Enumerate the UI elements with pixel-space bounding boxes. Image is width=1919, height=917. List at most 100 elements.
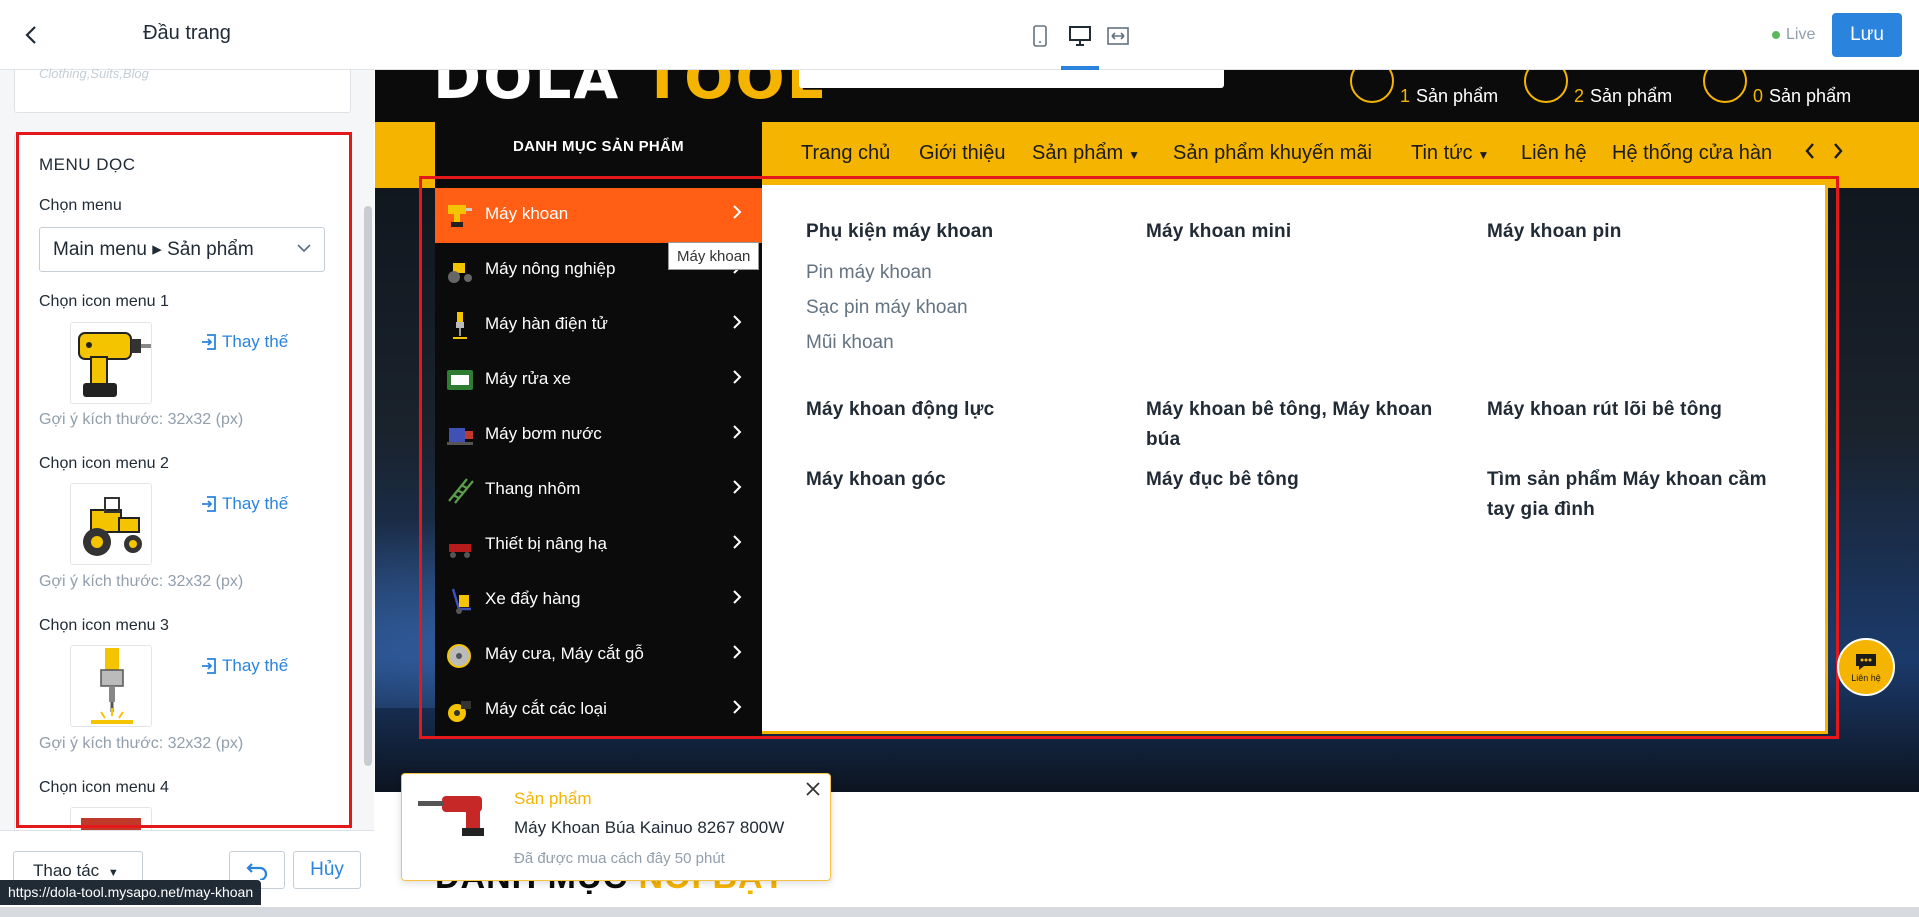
site-logo[interactable]: DOLA TOOL (433, 70, 826, 112)
desktop-icon (1069, 26, 1091, 46)
replace-label: Thay thế (222, 332, 289, 351)
replace-label: Thay thế (222, 494, 289, 513)
submenu-heading[interactable]: Máy đục bê tông (1146, 465, 1446, 495)
main-nav: DANH MỤC SẢN PHẨM Trang chủ Giới thiệu S… (375, 122, 1919, 188)
category-item[interactable]: Xe đẩy hàng (435, 573, 762, 628)
replace-icon (202, 334, 216, 350)
submenu-heading[interactable]: Máy khoan bê tông, Máy khoan búa (1146, 395, 1446, 455)
nav-news[interactable]: Tin tức ▼ (1411, 142, 1489, 165)
chat-icon (1856, 653, 1876, 670)
caret-down-icon: ▼ (107, 867, 119, 879)
category-item[interactable]: Máy khoan (435, 188, 762, 243)
icon-menu-4-label: Chọn icon menu 4 (39, 779, 169, 796)
live-dot (1772, 31, 1780, 39)
nav-stores[interactable]: Hệ thống cửa hàn (1612, 142, 1772, 165)
panel-scrollbar[interactable] (362, 70, 374, 830)
replace-icon-1-button[interactable]: Thay thế (200, 332, 288, 352)
category-item[interactable]: Thang nhôm (435, 463, 762, 518)
icon-menu-1-label: Chọn icon menu 1 (39, 293, 169, 310)
submenu-link[interactable]: Pin máy khoan (806, 262, 932, 284)
panel-header: Đầu trang (0, 0, 374, 70)
category-label: Máy nông nghiệp (485, 259, 616, 278)
mobile-view-button[interactable] (1025, 22, 1055, 50)
search-input[interactable] (799, 70, 1224, 88)
category-item[interactable]: Máy hàn điện tử (435, 298, 762, 353)
nav-next-arrow[interactable] (1832, 140, 1844, 166)
caret-down-icon: ▼ (1128, 148, 1141, 162)
nav-contact[interactable]: Liên hệ (1521, 142, 1587, 165)
scrollbar-thumb[interactable] (364, 206, 372, 766)
icon-menu-3-preview[interactable] (70, 645, 152, 727)
icon-menu-2-label: Chọn icon menu 2 (39, 455, 169, 472)
save-button[interactable]: Lưu (1832, 13, 1902, 57)
category-heading[interactable]: DANH MỤC SẢN PHẨM (435, 122, 762, 188)
chevron-right-icon (733, 425, 742, 439)
expand-horizontal-icon (1107, 27, 1129, 45)
ladder-icon (448, 478, 474, 504)
menu-select[interactable]: Main menu ▸ Sản phẩm (39, 227, 325, 272)
logo-text-a: DOLA (433, 70, 643, 112)
nav-prev-arrow[interactable] (1804, 140, 1816, 166)
actions-label: Thao tác (33, 861, 100, 880)
category-item[interactable]: Máy cưa, Máy cắt gỗ (435, 628, 762, 683)
category-label: Thang nhôm (485, 479, 581, 498)
size-hint: Gợi ý kích thước: 32x32 (px) (39, 573, 244, 590)
chevron-right-icon (733, 480, 742, 494)
size-hint: Gợi ý kích thước: 32x32 (px) (39, 411, 244, 428)
nav-products[interactable]: Sản phẩm ▼ (1032, 142, 1140, 165)
chevron-right-icon (733, 590, 742, 604)
header-stat-2[interactable]: 2 Sản phẩm (1524, 70, 1672, 122)
chevron-right-icon (733, 700, 742, 714)
icon-menu-2-preview[interactable] (70, 483, 152, 565)
stat-label: Sản phẩm (1590, 85, 1673, 106)
drill-icon (78, 332, 151, 397)
contact-button[interactable]: Liên hệ (1837, 638, 1895, 696)
cancel-button[interactable]: Hủy (293, 851, 361, 889)
chevron-right-icon (733, 370, 742, 384)
nav-home[interactable]: Trang chủ (801, 142, 890, 165)
chevron-right-icon (733, 535, 742, 549)
category-item[interactable]: Máy cắt các loại (435, 683, 762, 738)
replace-icon-3-button[interactable]: Thay thế (200, 656, 288, 676)
submenu-heading[interactable]: Máy khoan động lực (806, 395, 1106, 425)
previous-setting-field[interactable]: Clothing,Suits,Blog (14, 66, 351, 113)
header-stat-3[interactable]: 0 Sản phẩm (1703, 70, 1851, 122)
icon-menu-1-preview[interactable] (70, 322, 152, 404)
chevron-right-icon (1834, 143, 1843, 159)
tractor-icon (448, 263, 472, 283)
purchase-notification[interactable]: Sản phẩm Máy Khoan Búa Kainuo 8267 800W … (401, 773, 831, 881)
nav-about[interactable]: Giới thiệu (919, 142, 1005, 165)
nav-promotions[interactable]: Sản phẩm khuyến mãi (1173, 142, 1372, 165)
lift-icon (449, 544, 471, 558)
tooltip: Máy khoan (668, 242, 760, 270)
replace-icon-2-button[interactable]: Thay thế (200, 494, 288, 514)
settings-panel: Đầu trang Clothing,Suits,Blog MENU DỌC C… (0, 0, 374, 917)
header-stat-1[interactable]: 1 Sản phẩm (1350, 70, 1498, 122)
submenu-heading[interactable]: Tìm sản phẩm Máy khoan cầm tay gia đình (1487, 465, 1787, 525)
nav-products-label: Sản phẩm (1032, 142, 1124, 164)
submenu-heading[interactable]: Máy khoan mini (1146, 217, 1446, 247)
submenu-link[interactable]: Mũi khoan (806, 332, 894, 354)
mega-menu: Phụ kiện máy khoan Pin máy khoan Sạc pin… (762, 182, 1828, 734)
submenu-heading[interactable]: Máy khoan góc (806, 465, 1106, 495)
status-bar-url: https://dola-tool.mysapo.net/may-khoan (0, 880, 262, 905)
category-item[interactable]: Máy bơm nước (435, 408, 762, 463)
submenu-heading[interactable]: Phụ kiện máy khoan (806, 217, 1106, 247)
close-icon[interactable] (804, 780, 822, 798)
panel-title: Đầu trang (143, 22, 231, 44)
stat-count: 1 (1400, 85, 1411, 106)
site-preview: DOLA TOOL 1 Sản phẩm 2 Sản phẩm 0 Sản phẩm … (375, 70, 1919, 907)
hand-truck-icon (451, 588, 471, 614)
fullwidth-view-button[interactable] (1103, 22, 1133, 50)
category-item[interactable]: Máy rửa xe (435, 353, 762, 408)
category-label: Máy cưa, Máy cắt gỗ (485, 644, 644, 663)
category-item[interactable]: Thiết bị nâng hạ (435, 518, 762, 573)
submenu-heading[interactable]: Máy khoan rút lõi bê tông (1487, 395, 1787, 425)
submenu-heading[interactable]: Máy khoan pin (1487, 217, 1787, 247)
stat-label: Sản phẩm (1416, 85, 1499, 106)
notification-product[interactable]: Máy Khoan Búa Kainuo 8267 800W (514, 818, 784, 838)
live-label: Live (1786, 26, 1816, 43)
desktop-view-button[interactable] (1065, 22, 1095, 50)
submenu-link[interactable]: Sạc pin máy khoan (806, 297, 968, 319)
category-label: Máy bơm nước (485, 424, 602, 443)
